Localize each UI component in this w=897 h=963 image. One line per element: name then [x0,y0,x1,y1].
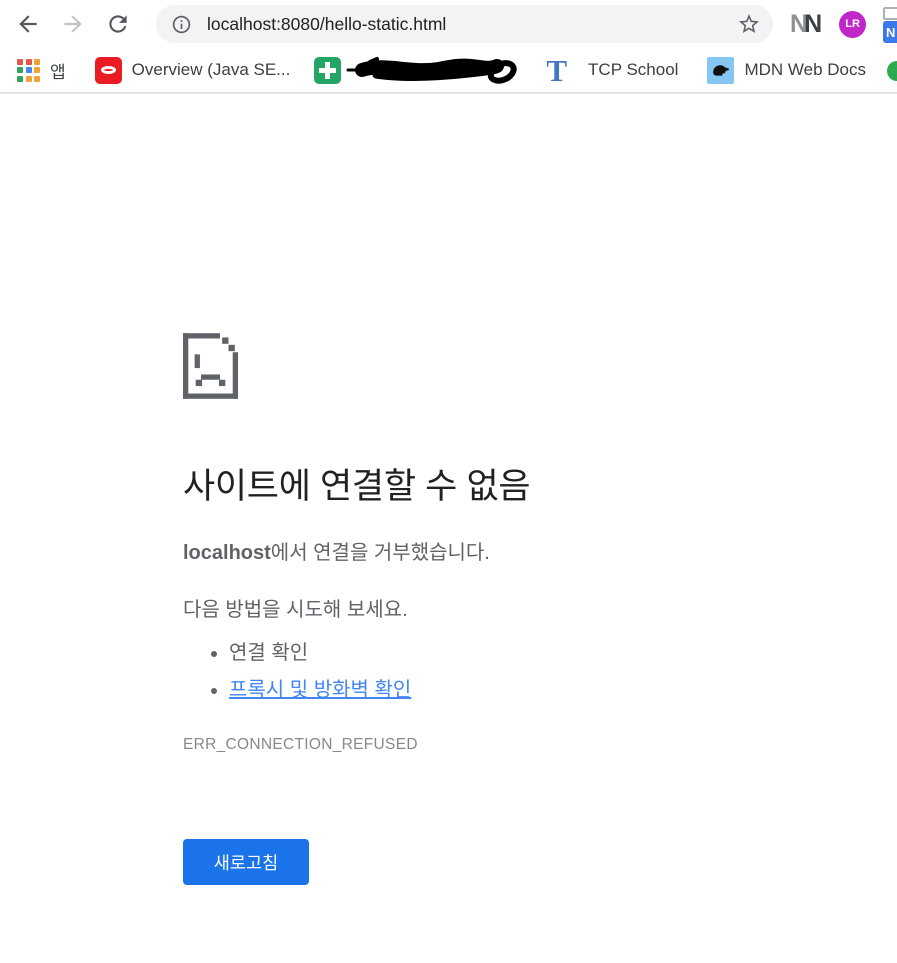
outline-box-icon [883,7,897,20]
reload-icon [109,15,127,33]
forward-button[interactable] [57,8,89,40]
forward-arrow-icon [64,15,82,33]
url-text[interactable]: localhost:8080/hello-static.html [207,14,737,35]
suggestion-check-connection: 연결 확인 [229,635,897,672]
sad-file-icon [183,333,238,399]
extensions-area: NN LR [790,10,867,39]
cutoff-extension-icon[interactable]: N [883,7,897,43]
error-message: localhost에서 연결을 거부했습니다. [183,540,897,567]
bookmarks-bar: 앱 Overview (Java SE... T TCP School MDN … [0,48,897,94]
error-message-rest: 에서 연결을 거부했습니다. [270,542,490,564]
back-button[interactable] [12,8,44,40]
back-arrow-icon [19,15,37,33]
bookmark-tcp-school[interactable]: T TCP School [546,52,678,88]
apps-grid-icon [17,58,40,82]
browser-toolbar: localhost:8080/hello-static.html NN LR N [0,0,897,48]
suggestions-list: 연결 확인 프록시 및 방화벽 확인 [183,635,897,709]
error-page: 사이트에 연결할 수 없음 localhost에서 연결을 거부했습니다. 다음… [0,333,897,885]
t-letter-icon: T [546,52,568,88]
suggestion-proxy-firewall: 프록시 및 방화벽 확인 [229,672,897,709]
error-title: 사이트에 연결할 수 없음 [183,467,531,506]
apps-label: 앱 [50,62,66,82]
info-icon[interactable] [171,14,192,35]
oracle-icon [94,56,122,84]
black-scribble-redaction [346,57,517,84]
star-bookmark-icon[interactable] [737,12,761,36]
apps-shortcut[interactable]: 앱 [17,58,66,83]
bookmark-redacted[interactable] [314,53,522,87]
lr-profile-badge-icon[interactable]: LR [839,10,867,38]
nn-extension-icon[interactable]: NN [790,10,822,39]
error-host: localhost [183,542,271,564]
n-badge-icon: N [883,21,897,43]
sheets-icon [314,56,342,84]
proxy-firewall-link[interactable]: 프록시 및 방화벽 확인 [229,679,411,701]
mdn-dino-icon [707,56,735,84]
suggestions-intro: 다음 방법을 시도해 보세요. [183,599,408,621]
address-bar[interactable]: localhost:8080/hello-static.html [156,5,773,43]
bookmark-overview-java[interactable]: Overview (Java SE... [94,56,290,84]
reload-button[interactable] [102,8,134,40]
reload-page-button[interactable]: 새로고침 [183,839,309,885]
bookmark-favicon-cutoff[interactable] [887,61,897,81]
error-code: ERR_CONNECTION_REFUSED [183,736,418,753]
bookmark-mdn[interactable]: MDN Web Docs [707,56,866,84]
